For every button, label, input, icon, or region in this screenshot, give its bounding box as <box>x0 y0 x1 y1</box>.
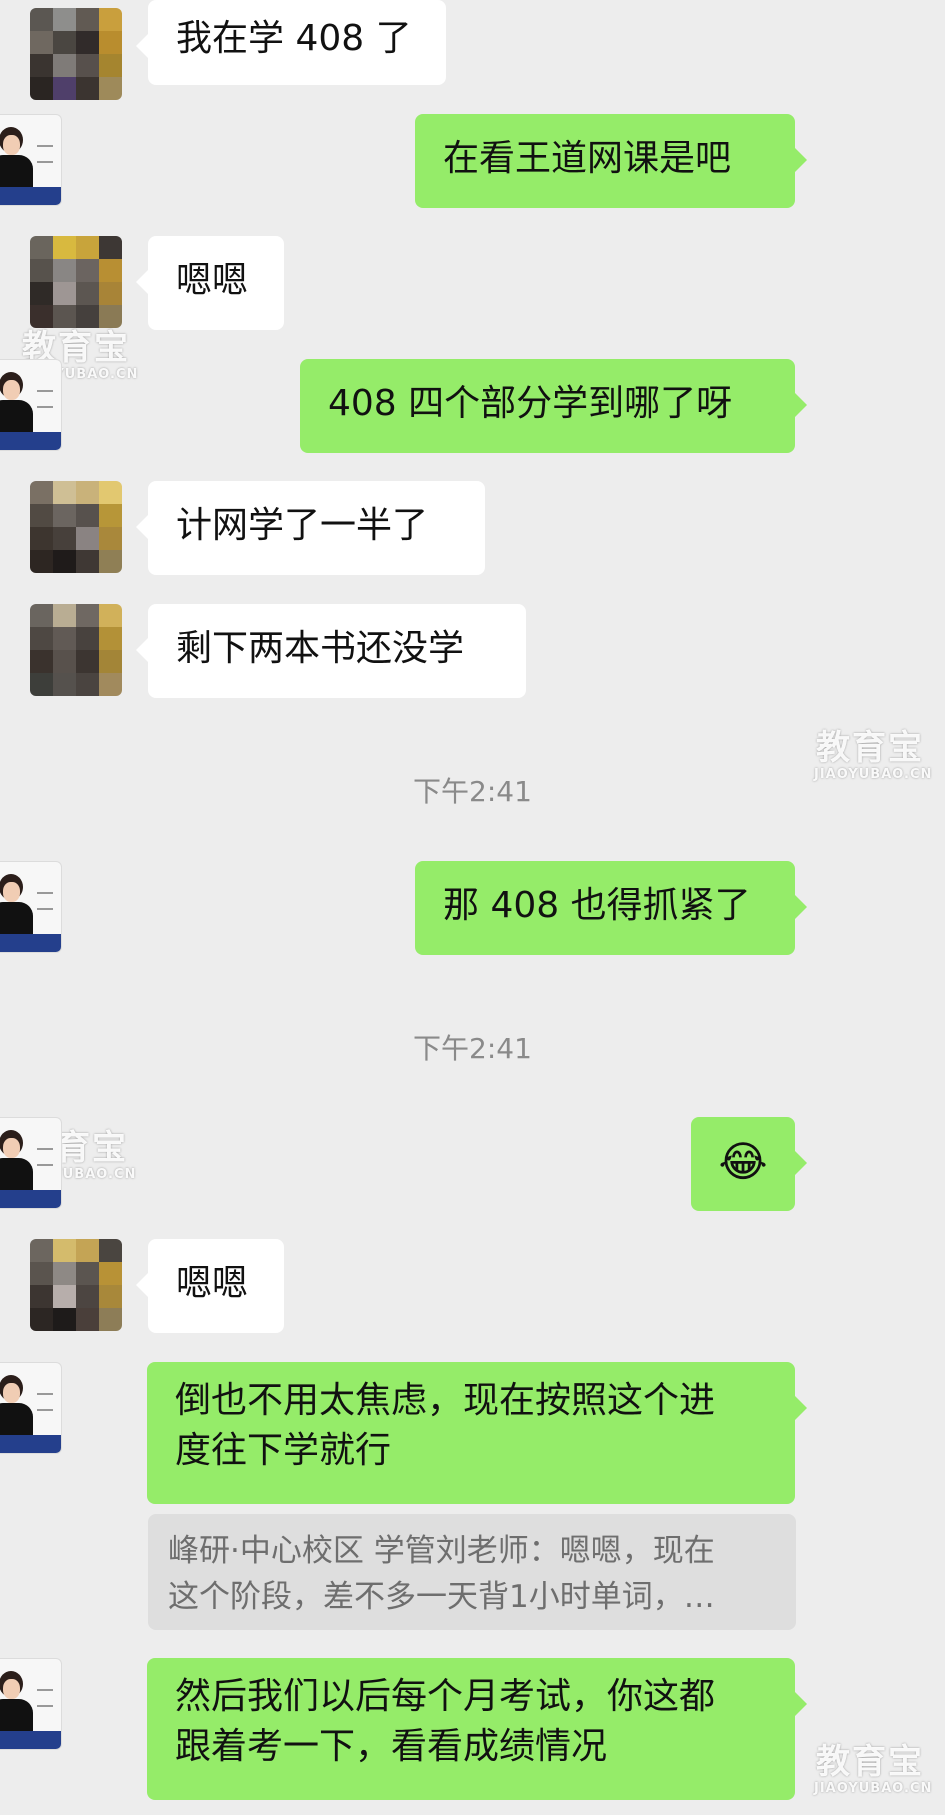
teacher-avatar[interactable] <box>0 1117 62 1209</box>
teacher-avatar[interactable] <box>0 1362 62 1454</box>
message-bubble[interactable]: 那 408 也得抓紧了 <box>415 861 807 955</box>
message-text-line: 倒也不用太焦虑，现在按照这个进 <box>175 1380 716 1421</box>
contact-avatar[interactable] <box>30 481 122 573</box>
quote-line: 峰研·中心校区 学管刘老师：嗯嗯，现在 <box>168 1533 715 1569</box>
message-bubble[interactable]: 剩下两本书还没学 <box>136 604 526 698</box>
message-bubble[interactable]: 在看王道网课是吧 <box>415 114 807 208</box>
tears-of-joy-emoji-icon: 😂 <box>718 1137 768 1186</box>
message-text-line: 然后我们以后每个月考试，你这都 <box>175 1676 716 1717</box>
chat-message: 然后我们以后每个月考试，你这都 跟着考一下，看看成绩情况 <box>0 1658 945 1800</box>
message-text: 嗯嗯 <box>176 1263 249 1304</box>
contact-avatar[interactable] <box>30 236 122 328</box>
teacher-avatar[interactable] <box>0 1658 62 1750</box>
message-text-line: 跟着考一下，看看成绩情况 <box>175 1726 608 1767</box>
teacher-avatar[interactable] <box>0 359 62 451</box>
message-text: 408 四个部分学到哪了呀 <box>328 383 733 424</box>
message-text: 计网学了一半了 <box>176 505 429 546</box>
chat-message: 倒也不用太焦虑，现在按照这个进 度往下学就行 <box>0 1362 945 1504</box>
message-text: 剩下两本书还没学 <box>176 628 465 669</box>
message-text-line: 度往下学就行 <box>175 1430 392 1471</box>
chat-message: 408 四个部分学到哪了呀 <box>0 359 945 453</box>
contact-avatar[interactable] <box>30 604 122 696</box>
message-bubble[interactable]: 嗯嗯 <box>136 1239 284 1333</box>
message-bubble[interactable]: 然后我们以后每个月考试，你这都 跟着考一下，看看成绩情况 <box>147 1658 807 1800</box>
teacher-avatar[interactable] <box>0 861 62 953</box>
watermark: 教育宝 JIAOYUBAO.CN <box>814 1742 933 1796</box>
timestamp: 下午2:41 <box>413 1032 532 1065</box>
contact-avatar[interactable] <box>30 1239 122 1331</box>
teacher-avatar[interactable] <box>0 114 62 206</box>
contact-avatar[interactable] <box>30 8 122 100</box>
message-bubble[interactable]: 我在学 408 了 <box>136 0 446 85</box>
message-bubble[interactable]: 嗯嗯 <box>136 236 284 330</box>
message-bubble[interactable]: 计网学了一半了 <box>136 481 485 575</box>
message-text: 嗯嗯 <box>176 260 249 301</box>
quoted-message[interactable]: 峰研·中心校区 学管刘老师：嗯嗯，现在 这个阶段，差不多一天背1小时单词，… <box>148 1514 796 1630</box>
message-text: 我在学 408 了 <box>176 18 412 59</box>
chat-message: 那 408 也得抓紧了 <box>0 861 945 955</box>
quote-line: 这个阶段，差不多一天背1小时单词，… <box>168 1579 715 1615</box>
message-bubble[interactable]: 倒也不用太焦虑，现在按照这个进 度往下学就行 <box>147 1362 807 1504</box>
message-bubble[interactable]: 408 四个部分学到哪了呀 <box>300 359 807 453</box>
timestamp: 下午2:41 <box>413 775 532 808</box>
message-bubble[interactable]: 😂 <box>691 1117 807 1211</box>
message-text: 那 408 也得抓紧了 <box>443 885 751 926</box>
message-text: 在看王道网课是吧 <box>443 138 732 179</box>
chat-message: 在看王道网课是吧 <box>0 114 945 208</box>
chat-message: 😂 <box>0 1117 945 1211</box>
